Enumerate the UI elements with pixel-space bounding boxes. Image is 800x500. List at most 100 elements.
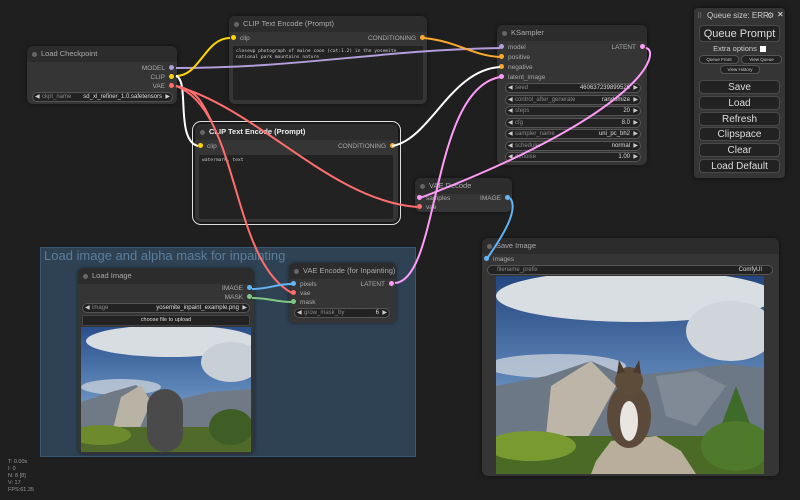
node-vae-encode-inpaint[interactable]: VAE Encode (for Inpainting) pixels vae m… (289, 263, 396, 323)
node-title[interactable]: Save Image (482, 238, 779, 254)
collapse-dot[interactable] (487, 244, 492, 249)
collapse-dot[interactable] (420, 184, 425, 189)
queue-front-button[interactable]: Queue Front (699, 55, 739, 64)
prompt-textarea[interactable]: watermark, text (199, 155, 393, 219)
load-button[interactable]: Load (699, 95, 780, 110)
input-pixels[interactable]: pixels (291, 280, 317, 289)
grow-mask-by-number[interactable]: ◀ grow_mask_by 6 ▶ (294, 308, 390, 318)
image-combo[interactable]: ◀ image yosemite_inpaint_example.png ▶ (82, 303, 250, 313)
input-latent-image[interactable]: latent_image (499, 73, 545, 82)
arrow-left-icon[interactable]: ◀ (35, 93, 40, 101)
arrow-right-icon[interactable]: ▶ (382, 309, 387, 317)
node-vae-decode[interactable]: VAE Decode samples vae IMAGE (415, 178, 512, 212)
node-clip-text-positive[interactable]: CLIP Text Encode (Prompt) clip CONDITION… (229, 16, 427, 104)
arrow-right-icon[interactable]: ▶ (633, 84, 638, 92)
output-image[interactable]: IMAGE (222, 284, 252, 293)
arrow-left-icon[interactable]: ◀ (508, 107, 513, 115)
arrow-left-icon[interactable]: ◀ (508, 153, 513, 161)
node-load-image[interactable]: Load Image IMAGE MASK ◀ image yosemite_i… (78, 268, 254, 454)
node-title[interactable]: CLIP Text Encode (Prompt) (229, 16, 427, 32)
input-samples[interactable]: samples (417, 194, 450, 203)
arrow-left-icon[interactable]: ◀ (85, 304, 90, 312)
input-images[interactable]: images (484, 255, 514, 264)
prompt-textarea[interactable]: closeup photograph of maine coon (cat:1.… (233, 46, 423, 100)
node-save-image[interactable]: Save Image images filename_prefix ComfyU… (482, 238, 779, 476)
ksampler-widget-seed[interactable]: ◀ seed 460637239899526 ▶ (505, 83, 641, 93)
node-title[interactable]: KSampler (497, 25, 647, 41)
input-negative[interactable]: negative (499, 63, 533, 72)
ksampler-widget-sampler-name[interactable]: ◀ sampler_name uni_pc_bh2 ▶ (505, 129, 641, 139)
collapse-dot[interactable] (83, 274, 88, 279)
render-stats: T: 0.00s I: 0 N: 8 [8] V: 17 FPS:61.35 (8, 459, 34, 494)
choose-file-button[interactable]: choose file to upload (82, 315, 250, 326)
node-title[interactable]: CLIP Text Encode (Prompt) (195, 124, 398, 140)
output-image[interactable]: IMAGE (480, 194, 510, 203)
node-title[interactable]: Load Image (78, 268, 254, 284)
arrow-right-icon[interactable]: ▶ (633, 130, 638, 138)
arrow-right-icon[interactable]: ▶ (633, 96, 638, 104)
ckpt-name-combo[interactable]: ◀ ckpt_name sd_xl_refiner_1.0.safetensor… (32, 92, 173, 102)
arrow-right-icon[interactable]: ▶ (633, 107, 638, 115)
extra-options-checkbox[interactable] (759, 46, 766, 53)
output-model[interactable]: MODEL (142, 64, 174, 73)
queue-prompt-button[interactable]: Queue Prompt (699, 25, 780, 42)
stat-vertices: V: 17 (8, 480, 21, 486)
node-title[interactable]: VAE Encode (for Inpainting) (289, 263, 396, 279)
load-default-button[interactable]: Load Default (699, 159, 780, 173)
drag-handle-icon[interactable]: ⠿ (697, 12, 702, 20)
view-history-button[interactable]: View History (720, 65, 760, 74)
output-latent[interactable]: LATENT (361, 280, 394, 289)
input-mask[interactable]: mask (291, 298, 316, 307)
save-button[interactable]: Save (699, 80, 780, 94)
arrow-left-icon[interactable]: ◀ (508, 119, 513, 127)
ksampler-widget-scheduler[interactable]: ◀ scheduler normal ▶ (505, 140, 641, 151)
output-conditioning[interactable]: CONDITIONING (338, 142, 395, 151)
clear-button[interactable]: Clear (699, 143, 780, 158)
ksampler-widget-denoise[interactable]: ◀ denoise 1.00 ▶ (505, 152, 641, 162)
node-load-checkpoint[interactable]: Load Checkpoint MODEL CLIP VAE ◀ ckpt_na… (27, 46, 177, 104)
close-icon[interactable]: ✕ (777, 10, 784, 19)
arrow-left-icon[interactable]: ◀ (508, 84, 513, 92)
arrow-right-icon[interactable]: ▶ (633, 142, 638, 150)
output-mask[interactable]: MASK (225, 293, 252, 302)
ksampler-widget-control-after-generate[interactable]: ◀ control_after_generate randomize ▶ (505, 94, 641, 105)
output-latent[interactable]: LATENT (612, 43, 645, 52)
arrow-right-icon[interactable]: ▶ (633, 119, 638, 127)
collapse-dot[interactable] (234, 22, 239, 27)
view-queue-button[interactable]: View Queue (741, 55, 782, 64)
collapse-dot[interactable] (294, 269, 299, 274)
input-positive[interactable]: positive (499, 53, 530, 62)
node-title[interactable]: VAE Decode (415, 178, 512, 194)
refresh-button[interactable]: Refresh (699, 111, 780, 126)
node-ksampler[interactable]: KSampler model positive negative latent_… (497, 25, 647, 165)
output-vae[interactable]: VAE (152, 82, 174, 91)
clipspace-button[interactable]: Clipspace (699, 127, 780, 142)
arrow-left-icon[interactable]: ◀ (508, 142, 513, 150)
ksampler-widget-steps[interactable]: ◀ steps 20 ▶ (505, 106, 641, 116)
output-conditioning[interactable]: CONDITIONING (368, 34, 425, 43)
input-vae[interactable]: vae (417, 203, 436, 212)
extra-options-row: Extra options (694, 44, 785, 53)
node-clip-text-negative[interactable]: CLIP Text Encode (Prompt) clip CONDITION… (192, 121, 401, 225)
collapse-dot[interactable] (200, 130, 205, 135)
input-clip[interactable]: clip (198, 142, 217, 151)
collapse-dot[interactable] (32, 52, 37, 57)
node-title[interactable]: Load Checkpoint (27, 46, 177, 62)
arrow-right-icon[interactable]: ▶ (165, 93, 170, 101)
input-clip[interactable]: clip (231, 34, 250, 43)
output-clip[interactable]: CLIP (151, 73, 174, 82)
filename-prefix-text[interactable]: filename_prefix ComfyUI (487, 265, 773, 275)
arrow-left-icon[interactable]: ◀ (297, 309, 302, 317)
input-model[interactable]: model (499, 43, 526, 52)
arrow-left-icon[interactable]: ◀ (508, 130, 513, 138)
arrow-right-icon[interactable]: ▶ (633, 153, 638, 161)
arrow-left-icon[interactable]: ◀ (508, 96, 513, 104)
input-vae[interactable]: vae (291, 289, 310, 298)
queue-size-label: Queue size: ERR (707, 11, 769, 20)
ksampler-widget-cfg[interactable]: ◀ cfg 8.0 ▶ (505, 117, 641, 128)
arrow-right-icon[interactable]: ▶ (242, 304, 247, 312)
stat-iterations: I: 0 (8, 466, 16, 472)
stat-fps: FPS:61.35 (8, 487, 34, 493)
gear-icon[interactable]: ⚙ (767, 11, 774, 20)
collapse-dot[interactable] (502, 31, 507, 36)
